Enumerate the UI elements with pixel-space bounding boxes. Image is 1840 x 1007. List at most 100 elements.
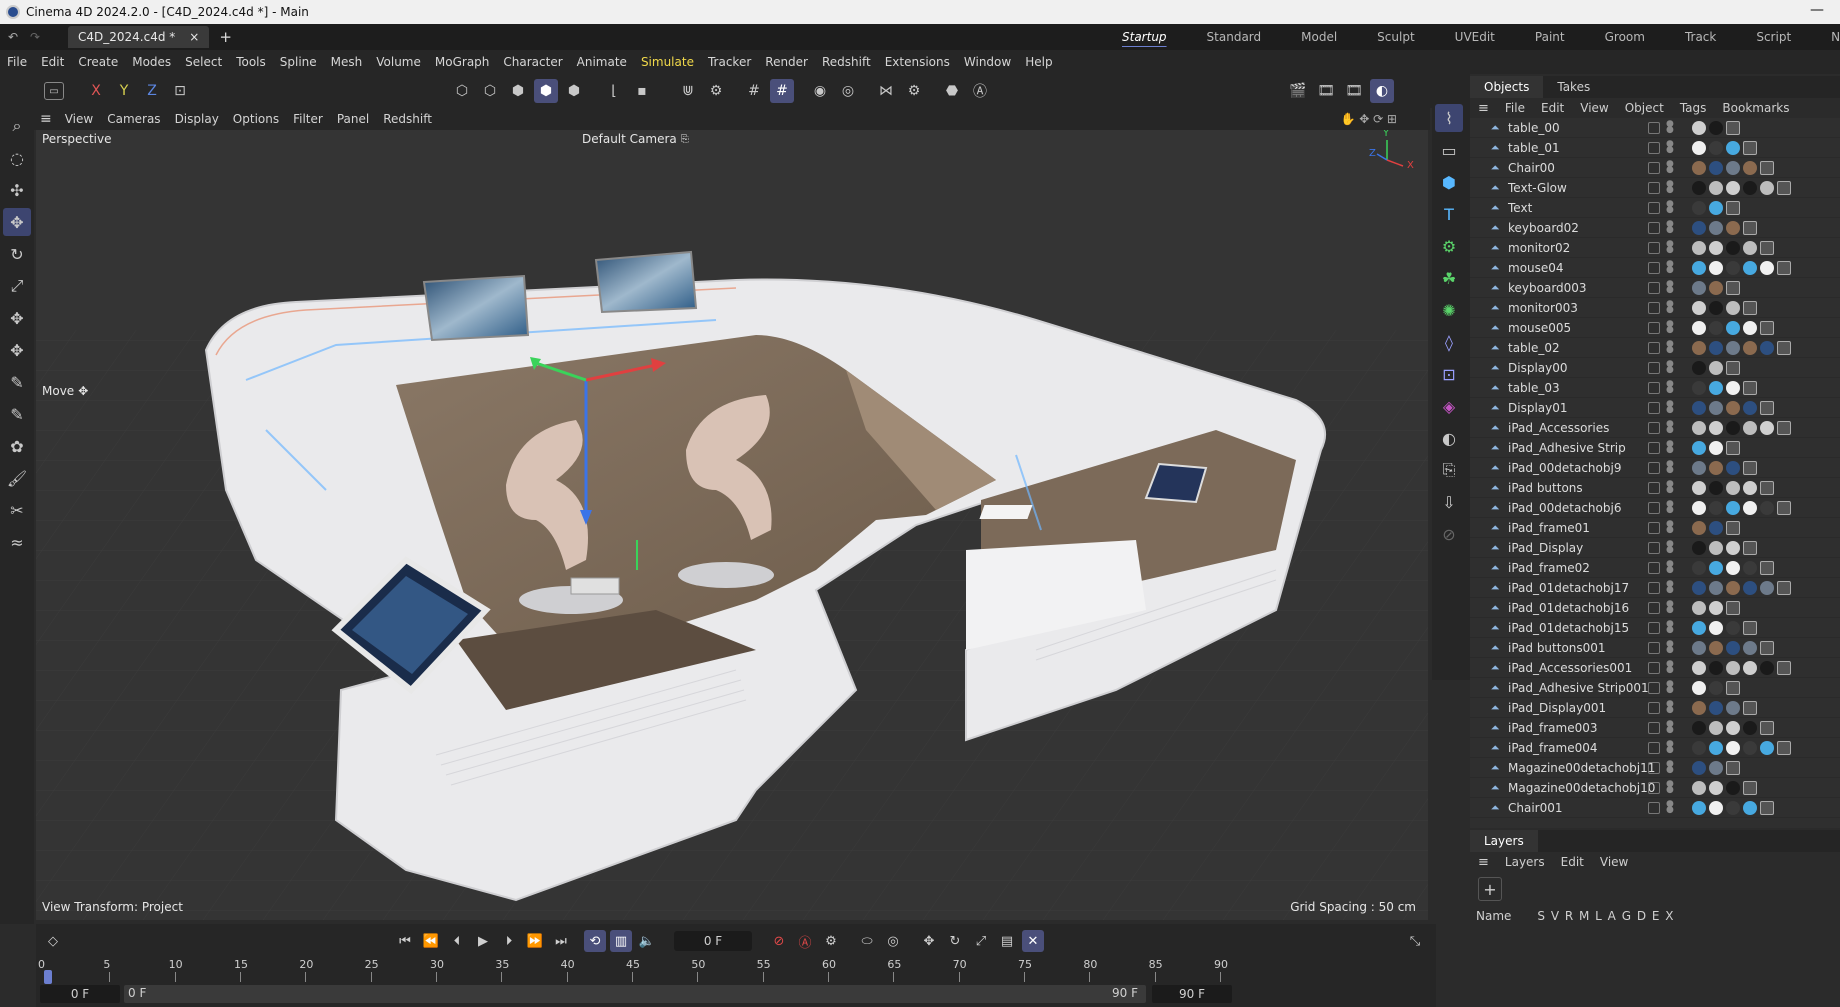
material-tag-icon[interactable] xyxy=(1726,401,1740,415)
live-selection-icon[interactable]: ◌ xyxy=(3,144,31,172)
viewport-menu-options[interactable]: Options xyxy=(226,112,286,126)
visibility-dots-icon[interactable]: ● ● xyxy=(1666,640,1674,655)
material-tag-icon[interactable] xyxy=(1726,801,1740,815)
material-tag-icon[interactable] xyxy=(1692,401,1706,415)
camera-icon[interactable]: ⎘ xyxy=(1435,456,1463,484)
visibility-dots-icon[interactable]: ● ● xyxy=(1666,420,1674,435)
object-name[interactable]: monitor003 xyxy=(1508,301,1578,315)
object-row[interactable]: ⏶ iPad_frame003 ● ● xyxy=(1470,718,1840,738)
layers-menu-layers[interactable]: Layers xyxy=(1497,855,1553,869)
object-name[interactable]: Text xyxy=(1508,201,1532,215)
layer-checkbox-icon[interactable] xyxy=(1648,502,1660,514)
motion-record-icon[interactable]: ◎ xyxy=(882,930,904,952)
object-name[interactable]: iPad_Accessories001 xyxy=(1508,661,1632,675)
material-tag-icon[interactable] xyxy=(1692,181,1706,195)
material-tag-icon[interactable] xyxy=(1743,641,1757,655)
uvw-tag-icon[interactable] xyxy=(1760,241,1774,255)
rotate-tool-icon[interactable]: ↻ xyxy=(3,240,31,268)
next-frame-icon[interactable]: ⏵ xyxy=(498,930,520,952)
material-tag-icon[interactable] xyxy=(1726,541,1740,555)
uvw-tag-icon[interactable] xyxy=(1726,681,1740,695)
visibility-dots-icon[interactable]: ● ● xyxy=(1666,300,1674,315)
visibility-dots-icon[interactable]: ● ● xyxy=(1666,280,1674,295)
layer-checkbox-icon[interactable] xyxy=(1648,162,1660,174)
object-name[interactable]: iPad_Display001 xyxy=(1508,701,1606,715)
layer-checkbox-icon[interactable] xyxy=(1648,302,1660,314)
material-tag-icon[interactable] xyxy=(1692,701,1706,715)
uvw-tag-icon[interactable] xyxy=(1777,421,1791,435)
material-tag-icon[interactable] xyxy=(1692,801,1706,815)
tab-layers[interactable]: Layers xyxy=(1470,830,1538,852)
uvw-tag-icon[interactable] xyxy=(1760,481,1774,495)
timeline-expand-icon[interactable]: ⤡ xyxy=(1404,930,1426,952)
material-tag-icon[interactable] xyxy=(1709,461,1723,475)
material-tag-icon[interactable] xyxy=(1692,161,1706,175)
material-tag-icon[interactable] xyxy=(1726,161,1740,175)
object-name[interactable]: iPad_00detachobj6 xyxy=(1508,501,1621,515)
visibility-dots-icon[interactable]: ● ● xyxy=(1666,220,1674,235)
uvw-tag-icon[interactable] xyxy=(1726,361,1740,375)
material-tag-icon[interactable] xyxy=(1743,341,1757,355)
material-tag-icon[interactable] xyxy=(1760,661,1774,675)
material-tag-icon[interactable] xyxy=(1692,201,1706,215)
end-frame-field[interactable]: 90 F xyxy=(1152,985,1232,1003)
object-name[interactable]: iPad_Display xyxy=(1508,541,1583,555)
start-frame-field[interactable]: 0 F xyxy=(40,985,120,1003)
frame-ruler[interactable]: 0 5 10 15 20 25 30 35 40 45 50 55 60 65 70 75 80 85 90 xyxy=(38,958,1428,984)
edges-mode-icon[interactable]: ⬡ xyxy=(478,79,502,103)
object-name[interactable]: Chair00 xyxy=(1508,161,1555,175)
material-tag-icon[interactable] xyxy=(1760,501,1774,515)
layer-checkbox-icon[interactable] xyxy=(1648,422,1660,434)
material-tag-icon[interactable] xyxy=(1726,621,1740,635)
material-tag-icon[interactable] xyxy=(1760,741,1774,755)
object-row[interactable]: ⏶ table_01 ● ● xyxy=(1470,138,1840,158)
material-tag-icon[interactable] xyxy=(1692,221,1706,235)
object-row[interactable]: ⏶ iPad_Accessories001 ● ● xyxy=(1470,658,1840,678)
material-tag-icon[interactable] xyxy=(1692,541,1706,555)
menu-modes[interactable]: Modes xyxy=(125,55,178,69)
render-to-picture-viewer-icon[interactable]: 🎞 xyxy=(1314,79,1338,103)
symmetry-icon[interactable]: ⋈ xyxy=(874,79,898,103)
object-row[interactable]: ⏶ Chair00 ● ● xyxy=(1470,158,1840,178)
visibility-dots-icon[interactable]: ● ● xyxy=(1666,620,1674,635)
points-mode-icon[interactable]: ⬡ xyxy=(450,79,474,103)
layer-checkbox-icon[interactable] xyxy=(1648,222,1660,234)
magnet-icon[interactable]: ⋓ xyxy=(676,79,700,103)
layer-checkbox-icon[interactable] xyxy=(1648,802,1660,814)
material-tag-icon[interactable] xyxy=(1709,781,1723,795)
layer-checkbox-icon[interactable] xyxy=(1648,442,1660,454)
object-name[interactable]: keyboard003 xyxy=(1508,281,1587,295)
object-name[interactable]: table_03 xyxy=(1508,381,1560,395)
material-tag-icon[interactable] xyxy=(1709,541,1723,555)
visibility-dots-icon[interactable]: ● ● xyxy=(1666,780,1674,795)
light-icon[interactable]: ◐ xyxy=(1435,424,1463,452)
object-row[interactable]: ⏶ Magazine00detachobj10 ● ● xyxy=(1470,778,1840,798)
material-tag-icon[interactable] xyxy=(1692,141,1706,155)
move-tool-icon[interactable]: ✥ xyxy=(3,208,31,236)
object-row[interactable]: ⏶ iPad_frame02 ● ● xyxy=(1470,558,1840,578)
material-tag-icon[interactable] xyxy=(1743,261,1757,275)
hamburger-menu-icon[interactable]: ≡ xyxy=(1470,101,1497,116)
playback-rate-icon[interactable]: ▥ xyxy=(610,930,632,952)
previous-key-icon[interactable]: ⏪ xyxy=(420,930,442,952)
object-name[interactable]: iPad_Adhesive Strip001 xyxy=(1508,681,1649,695)
object-row[interactable]: ⏶ iPad_frame01 ● ● xyxy=(1470,518,1840,538)
material-tag-icon[interactable] xyxy=(1692,301,1706,315)
object-row[interactable]: ⏶ table_02 ● ● xyxy=(1470,338,1840,358)
uvw-tag-icon[interactable] xyxy=(1726,281,1740,295)
edit-render-settings-icon[interactable]: 🎞 xyxy=(1342,79,1366,103)
material-tag-icon[interactable] xyxy=(1692,481,1706,495)
visibility-dots-icon[interactable]: ● ● xyxy=(1666,180,1674,195)
placement-tool-icon[interactable]: ✥ xyxy=(3,336,31,364)
scene-icon[interactable]: ▭ xyxy=(44,82,64,100)
uvw-tag-icon[interactable] xyxy=(1777,341,1791,355)
layer-checkbox-icon[interactable] xyxy=(1648,602,1660,614)
material-tag-icon[interactable] xyxy=(1692,761,1706,775)
uvw-tag-icon[interactable] xyxy=(1726,761,1740,775)
objects-menu-object[interactable]: Object xyxy=(1617,101,1672,115)
spline-object-icon[interactable]: ⌇ xyxy=(1435,104,1463,132)
material-tag-icon[interactable] xyxy=(1760,261,1774,275)
material-tag-icon[interactable] xyxy=(1726,701,1740,715)
objects-menu-file[interactable]: File xyxy=(1497,101,1533,115)
visibility-dots-icon[interactable]: ● ● xyxy=(1666,660,1674,675)
